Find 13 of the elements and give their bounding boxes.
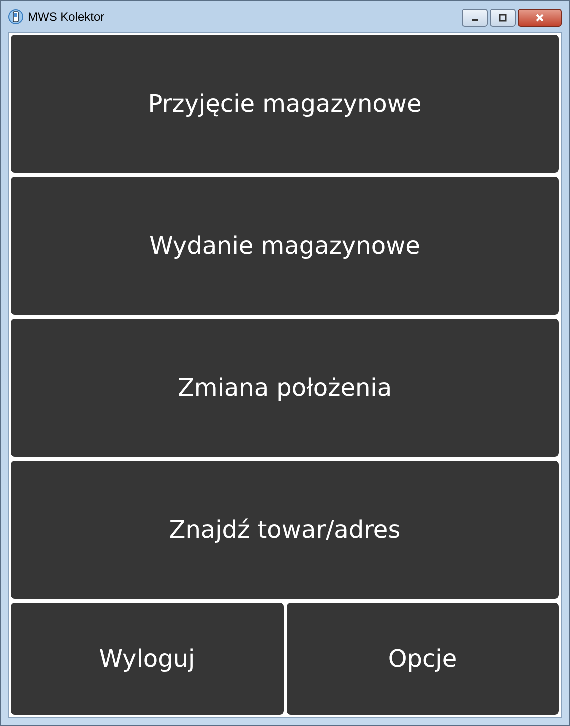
minimize-button[interactable]	[462, 9, 488, 27]
maximize-icon	[498, 14, 508, 22]
menu-button[interactable]: Wydanie magazynowe	[11, 177, 559, 315]
close-icon	[535, 14, 545, 22]
maximize-button[interactable]	[490, 9, 516, 27]
menu-button[interactable]: Zmiana położenia	[11, 319, 559, 457]
device-icon	[8, 8, 24, 24]
menu-button[interactable]: Przyjęcie magazynowe	[11, 35, 559, 173]
close-button[interactable]	[518, 9, 562, 27]
window-title: MWS Kolektor	[28, 10, 106, 24]
menu-button[interactable]: Opcje	[286, 603, 559, 715]
menu-button[interactable]: Znajdź towar/adres	[11, 461, 559, 599]
menu-button[interactable]: Wyloguj	[11, 603, 284, 715]
